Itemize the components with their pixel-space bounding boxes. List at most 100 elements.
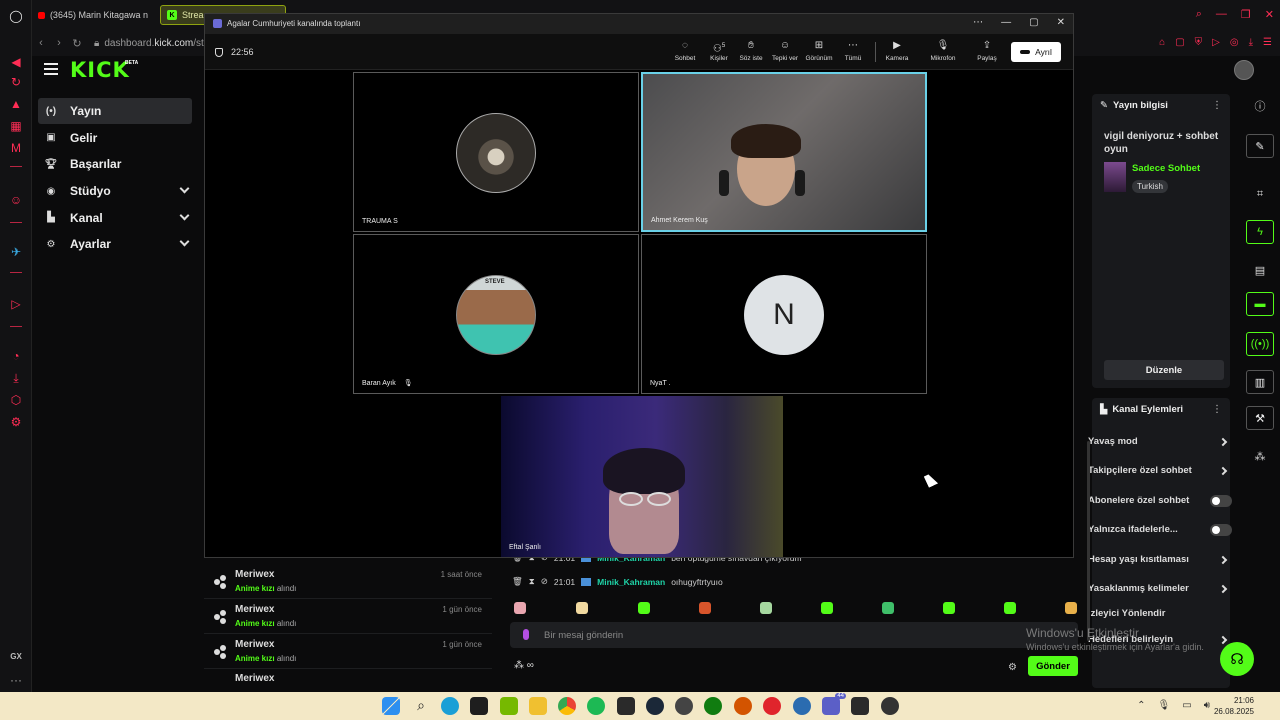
steam-icon[interactable] [646,697,664,715]
epic-launcher-icon[interactable] [851,697,869,715]
tab-youtube[interactable]: (3645) Marin Kitagawa n [32,5,154,25]
opera-logo-icon[interactable]: ◯ [8,8,24,24]
extensions-icon[interactable]: ⬡ [8,392,24,408]
react-button[interactable]: ☺ Tepki ver [767,40,803,62]
emotes-only-toggle[interactable] [1210,524,1232,536]
clock-icon[interactable]: ◔ [8,348,24,364]
maximize-icon[interactable]: ▢ [1029,17,1038,28]
action-banned-words[interactable]: Yasaklanmış kelimeler [1088,583,1230,599]
edge-icon[interactable] [441,697,459,715]
network-icon[interactable]: ▭ [1182,700,1191,711]
volume-icon[interactable]: 🔊︎ [1204,700,1210,711]
download-icon[interactable]: ⤓ [1249,37,1253,48]
nav-item-kanal[interactable]: ▙ Kanal [38,205,192,231]
telegram-icon[interactable]: ✈ [8,244,24,260]
activity-item[interactable]: Meriwex Anime kızı alındı 1 saat önce [204,564,492,599]
nav-item-gelir[interactable]: ▣ Gelir [38,125,192,151]
emote-icon[interactable] [699,602,711,614]
support-chat-icon[interactable]: ☊ [1220,642,1254,676]
shield-icon[interactable]: ⛨ [1195,37,1203,48]
participant-tile[interactable]: N NyaT . [641,234,927,394]
taskbar-clock[interactable]: 21:06 26.08.2025 [1214,695,1254,717]
nav-item-yayin[interactable]: (•) Yayın [38,98,192,124]
participant-tile[interactable]: TRAUMA S [353,72,639,232]
chat-message[interactable]: 🗑︎ ⧗ ⊘ 21:01 Minik_Kahraman oıhugyftrtyu… [512,576,723,587]
pencil-icon[interactable]: ✎ [1246,134,1274,158]
start-icon[interactable] [382,697,400,715]
info-icon[interactable]: ⓘ [1246,94,1274,118]
opera-gx-icon[interactable] [763,697,781,715]
emote-icon[interactable] [943,602,955,614]
kebab-menu-icon[interactable]: ⋮ [1212,404,1222,415]
emote-icon[interactable] [821,602,833,614]
action-slow-mode[interactable]: Yavaş mod [1088,436,1230,452]
emote-icon[interactable] [1004,602,1016,614]
reload-button[interactable]: ↻ [68,37,86,50]
profile-icon[interactable]: ☰ [1263,37,1272,48]
app-icon[interactable] [881,697,899,715]
delete-icon[interactable]: 🗑︎ [512,576,523,587]
microphone-button[interactable]: 🎙︎ Mikrofon [925,40,961,62]
emote-icon[interactable] [638,602,650,614]
chat-input[interactable]: Bir mesaj gönderin [510,622,1078,648]
chrome-icon[interactable] [558,697,576,715]
chat-button[interactable]: ◌ Sohbet [667,40,703,62]
action-emotes-only[interactable]: Yalnızca ifadelerle... [1088,524,1232,540]
obs-icon[interactable] [675,697,693,715]
history-icon[interactable]: ↻ [8,74,24,90]
back-button[interactable]: ‹ [32,37,50,49]
battlenet-icon[interactable] [793,697,811,715]
minimize-icon[interactable]: — [1001,17,1011,28]
more-button[interactable]: ⋯ Tümü [835,40,871,62]
wrench-icon[interactable]: ⚒ [1246,406,1274,430]
layout-icon[interactable]: ▥ [1246,370,1274,394]
emote-icon[interactable] [576,602,588,614]
participant-tile[interactable]: Eftal Şanlı [501,396,783,557]
category-link[interactable]: Sadece Sohbet [1132,163,1200,174]
broadcast-icon[interactable]: ((•)) [1246,332,1274,356]
lightning-icon[interactable]: ϟ [1246,220,1274,244]
document-icon[interactable]: ▤ [1246,258,1274,282]
download-icon[interactable]: ⤓ [8,370,24,386]
player-icon[interactable]: ◀ [8,54,24,70]
ban-icon[interactable]: ⊘ [541,576,548,587]
epic-games-icon[interactable] [617,697,635,715]
bag-icon[interactable]: ▲ [8,96,24,112]
bookmark-icon[interactable]: ⌂ [1159,37,1165,48]
gx-label[interactable]: GX [0,652,32,661]
menu-icon[interactable] [44,63,58,75]
people-button[interactable]: ⚇5 Kişiler [701,40,737,62]
subscribers-only-toggle[interactable] [1210,495,1232,507]
participant-tile-active-speaker[interactable]: Ahmet Kerem Kuş [641,72,927,232]
microphone-icon[interactable]: 🎙︎ [1158,700,1171,711]
participant-tile[interactable]: STEVE Baran Ayık 🎙︎ [353,234,639,394]
minimize-icon[interactable]: — [1216,8,1227,21]
raise-hand-button[interactable]: ✋︎ Söz iste [733,40,769,62]
kebab-menu-icon[interactable]: ⋮ [1212,100,1222,111]
chat-icon[interactable]: ▬ [1246,292,1274,316]
geforce-icon[interactable] [500,697,518,715]
scrollbar[interactable] [1087,441,1090,641]
play-icon[interactable]: ▷ [8,296,24,312]
share-button[interactable]: ⇪ Paylaş [969,40,1005,62]
close-icon[interactable]: ✕ [1265,8,1274,21]
more-icon[interactable]: ··· [8,672,24,688]
xbox-icon[interactable] [704,697,722,715]
nav-item-ayarlar[interactable]: ⚙ Ayarlar [38,231,192,257]
url-field[interactable]: 🔒︎ dashboard.kick.com/st [94,38,204,49]
messenger-icon[interactable]: M [8,140,24,156]
avatar[interactable] [1234,60,1254,80]
teams-icon[interactable]: 44 [822,693,846,715]
forward-button[interactable]: › [50,37,68,49]
infinity-icon[interactable]: ∞ [527,660,534,671]
send-icon[interactable]: ▷ [1212,37,1220,48]
screenshot-icon[interactable]: ⌗ [1246,182,1274,206]
timeout-icon[interactable]: ⧗ [529,576,535,587]
nav-item-basarilar[interactable]: 🏆︎ Başarılar [38,151,192,177]
twitch-icon[interactable]: ▦ [8,118,24,134]
activity-item[interactable]: Meriwex Anime kızı alındı 1 gün önce [204,599,492,634]
edit-button[interactable]: Düzenle [1104,360,1224,380]
search-icon[interactable]: ⌕ [412,697,430,715]
activity-item[interactable]: Meriwex Anime kızı alındı 1 gün önce [204,634,492,669]
search-icon[interactable]: ⌕ [1196,8,1202,21]
